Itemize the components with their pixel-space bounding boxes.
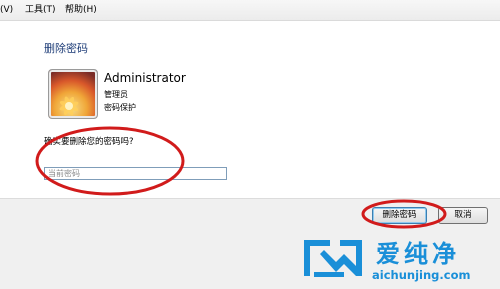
cancel-button[interactable]: 取消 (438, 207, 488, 224)
account-protection-status: 密码保护 (104, 103, 136, 112)
menu-help[interactable]: 帮助(H) (65, 0, 97, 20)
current-password-input[interactable] (44, 167, 227, 180)
account-type: 管理员 (104, 90, 128, 99)
menu-tools[interactable]: 工具(T) (25, 0, 56, 20)
page-title: 删除密码 (44, 42, 88, 55)
delete-password-button[interactable]: 删除密码 (372, 207, 427, 224)
watermark-url: aichunjing.com (372, 268, 471, 282)
flower-icon (59, 96, 79, 116)
watermark-title: 爱纯净 (376, 240, 460, 268)
user-avatar (48, 69, 98, 119)
menu-bar: (V) 工具(T) 帮助(H) (0, 0, 500, 21)
menu-view[interactable]: (V) (0, 0, 13, 20)
confirm-question: 确实要删除您的密码吗? (44, 137, 134, 147)
account-name: Administrator (104, 71, 186, 85)
watermark-logo-icon (304, 240, 362, 277)
